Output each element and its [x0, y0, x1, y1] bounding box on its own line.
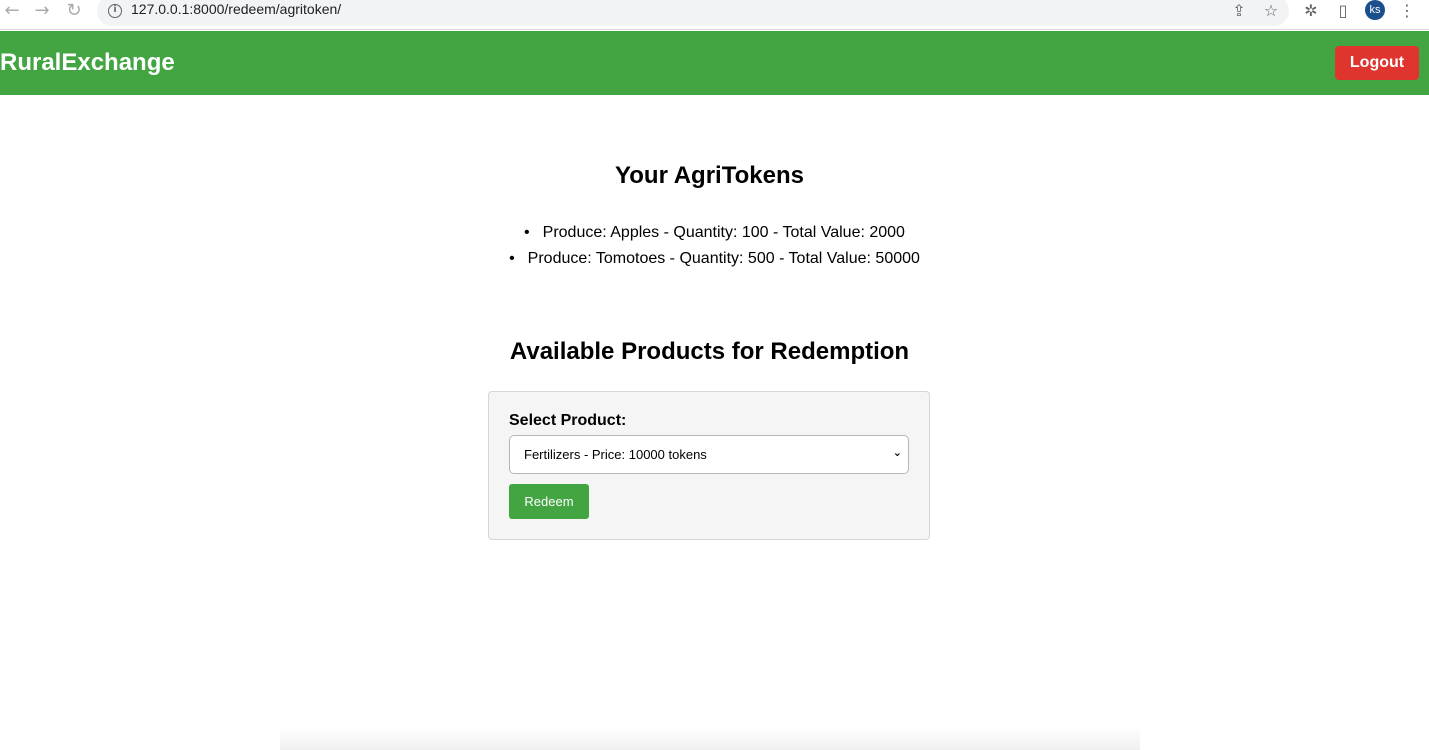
tokens-heading: Your AgriTokens — [615, 162, 804, 189]
redemption-heading: Available Products for Redemption — [509, 338, 910, 365]
forward-icon[interactable]: → — [31, 0, 53, 21]
token-item-text: Produce: Apples - Quantity: 100 - Total … — [542, 224, 905, 241]
extensions-icon[interactable]: ✲ — [1300, 0, 1322, 20]
chevron-down-icon[interactable]: ⌄ — [893, 446, 902, 459]
list-item: • Produce: Tomotoes - Quantity: 500 - Tot… — [509, 250, 920, 267]
product-select[interactable]: Fertilizers - Price: 10000 tokens ⌄ — [509, 435, 909, 474]
star-icon[interactable]: ☆ — [1260, 0, 1282, 20]
reload-icon[interactable]: ↻ — [63, 0, 85, 21]
share-icon[interactable]: ⇪ — [1228, 0, 1250, 20]
select-product-label: Select Product: — [509, 412, 627, 429]
url-text[interactable]: 127.0.0.1:8000/redeem/agritoken/ — [131, 1, 341, 17]
profile-avatar[interactable]: ks — [1365, 0, 1385, 20]
address-bar[interactable]: i 127.0.0.1:8000/redeem/agritoken/ — [97, 0, 1289, 26]
list-item: • Produce: Apples - Quantity: 100 - Total… — [524, 224, 905, 241]
browser-toolbar: ← → ↻ i 127.0.0.1:8000/redeem/agritoken/… — [0, 0, 1429, 30]
token-list: • Produce: Apples - Quantity: 100 - Total… — [0, 220, 1429, 272]
logout-button[interactable]: Logout — [1335, 46, 1419, 80]
token-item-text: Produce: Tomotoes - Quantity: 500 - Tota… — [527, 250, 920, 267]
brand-title[interactable]: RuralExchange — [0, 49, 175, 77]
info-icon[interactable]: i — [108, 4, 122, 18]
app-navbar: RuralExchange Logout — [0, 31, 1429, 95]
sidepanel-icon[interactable]: ▯ — [1332, 0, 1354, 20]
selected-product-value[interactable]: Fertilizers - Price: 10000 tokens — [524, 447, 707, 462]
redeem-form: Select Product: Fertilizers - Price: 100… — [488, 391, 930, 540]
menu-icon[interactable]: ⋮ — [1396, 0, 1418, 20]
footer-shadow — [280, 728, 1140, 750]
redeem-button[interactable]: Redeem — [509, 484, 589, 519]
back-icon[interactable]: ← — [1, 0, 23, 21]
